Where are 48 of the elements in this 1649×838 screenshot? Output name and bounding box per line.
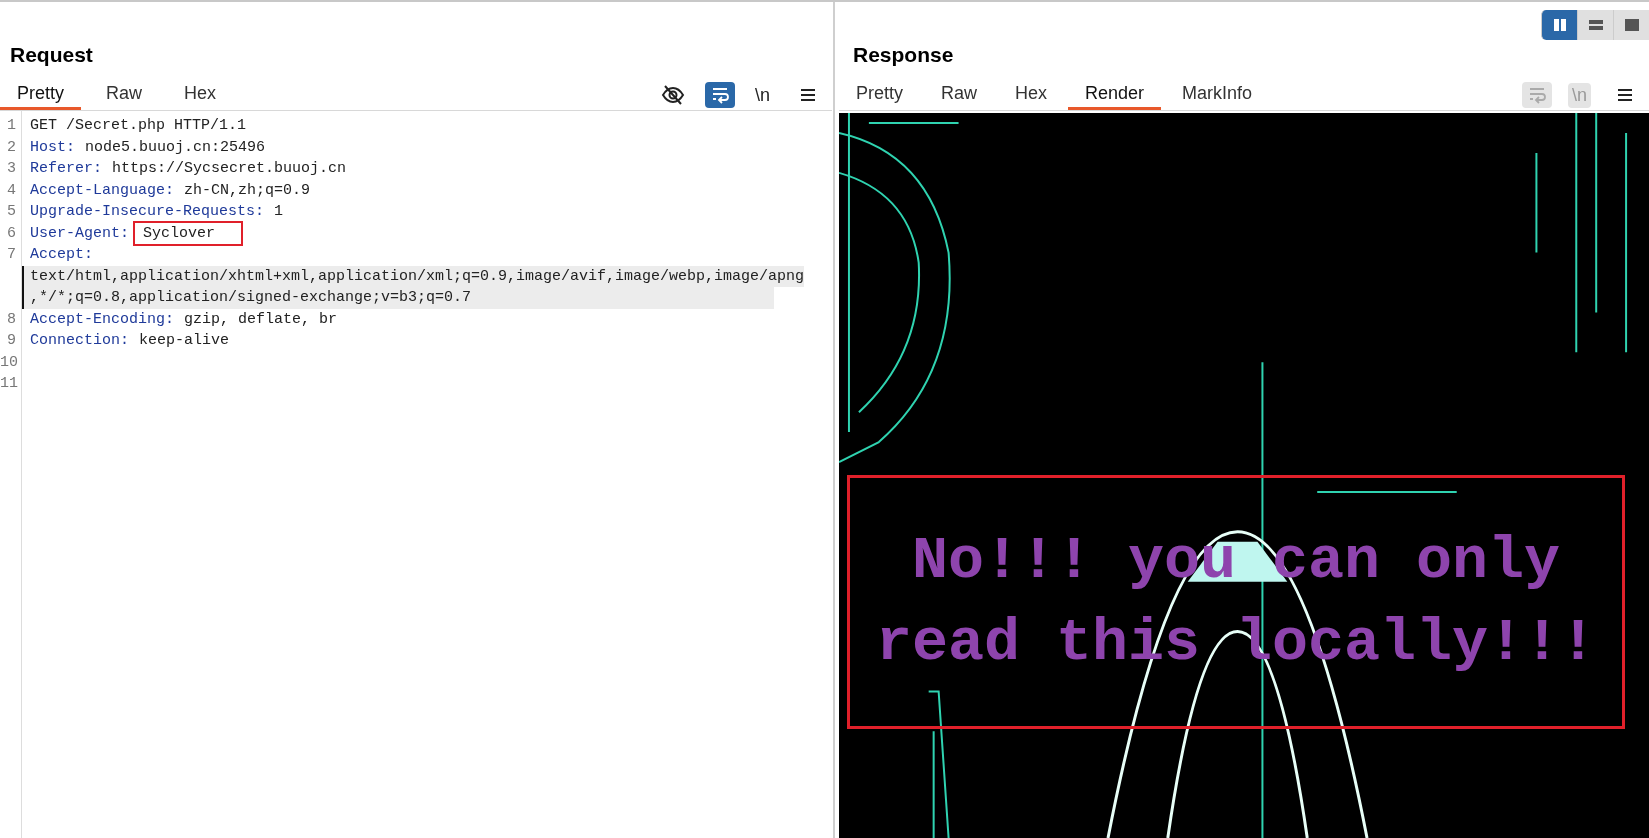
header-name: Accept: [30,246,93,263]
wrap-icon [1527,85,1547,105]
tab[interactable]: Pretty [839,80,920,110]
tab[interactable]: Raw [89,80,160,110]
panel-title: Response [852,42,954,68]
newline-button[interactable]: \n [751,82,774,108]
header-value: keep-alive [139,332,230,349]
layout-toggle-button[interactable] [1577,10,1613,40]
line-number: 5 [7,203,16,220]
line-number: 11 [0,375,18,392]
panel-title: Request [9,42,93,68]
rows-icon [1587,17,1604,33]
header-value: ,*/*;q=0.8,application/signed-exchange;v=b3;q=0.7 [30,289,472,306]
tab[interactable]: Raw [924,80,995,110]
wrap-icon [710,85,730,105]
line-number: 4 [7,181,16,199]
eye-off-icon[interactable] [661,83,685,107]
tab[interactable]: Render [1068,80,1162,110]
line-number: 6 [7,224,16,242]
layout-toggle-button[interactable] [1613,10,1649,40]
header-name: Connection: [30,332,130,349]
line-number: 1 [7,117,16,134]
panel-icon [1623,17,1640,33]
header-value: 1 [274,203,284,220]
line-number: 7 [7,246,16,263]
header-value: text/html,application/xhtml+xml,application/xml;q=0.9,image/avif,image/webp,image/apng [30,267,805,285]
header-name: Host: [30,138,75,156]
columns-icon [1551,17,1568,33]
header-value: gzip, deflate, br [184,310,338,328]
line-number: 2 [7,138,16,156]
header-value: https://Sycsecret.buuoj.cn [112,160,347,177]
layout-toggle-button[interactable] [1541,10,1577,40]
header-name: Accept-Language: [30,181,175,199]
line-number: 9 [7,332,16,349]
header-name: Accept-Encoding: [30,310,175,328]
header-name: Upgrade-Insecure-Requests: [30,203,265,220]
header-value: node5.buuoj.cn:25496 [85,138,266,156]
header-value: zh-CN,zh;q=0.9 [184,181,311,199]
request-line-text: GET /Secret.php HTTP/1.1 [30,117,247,134]
word-wrap-button[interactable] [705,82,735,108]
line-number: 8 [7,310,16,328]
header-name: User-Agent: [30,224,130,242]
line-number: 10 [0,353,18,371]
tab[interactable]: Hex [998,80,1065,110]
tab[interactable]: MarkInfo [1165,80,1270,110]
tab[interactable]: Hex [167,80,234,110]
line-number: 3 [7,160,16,177]
header-name: Referer: [30,160,102,177]
